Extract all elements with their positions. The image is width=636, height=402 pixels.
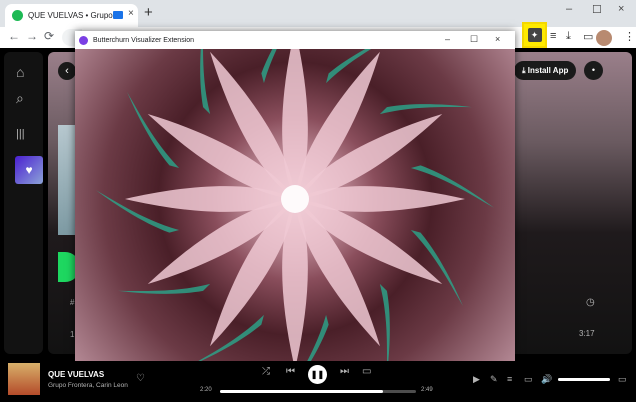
visualizer-accent: [410, 165, 495, 208]
kaleidoscope-graphic: [95, 49, 495, 361]
lyrics-mic-icon[interactable]: ✎: [490, 374, 498, 385]
previous-icon[interactable]: ⏮: [286, 366, 295, 377]
visualizer-canvas[interactable]: [75, 49, 515, 361]
track-duration: 3:17: [579, 329, 595, 338]
visualizer-accent: [261, 49, 304, 84]
track-row-index: 1: [70, 330, 75, 339]
pause-button[interactable]: ❚❚: [308, 365, 327, 384]
forward-nav-button[interactable]: →: [26, 29, 38, 43]
now-playing-bar: QUE VUELVAS Grupo Frontera, Carin Leon ♡…: [0, 361, 636, 402]
download-icon[interactable]: ⤓: [566, 30, 571, 43]
tab-close-button[interactable]: ×: [128, 8, 134, 19]
home-icon[interactable]: ⌂: [16, 64, 24, 80]
notification-bell-icon[interactable]: •: [584, 61, 603, 80]
visualizer-accent: [95, 190, 180, 233]
maximize-button[interactable]: ☐: [592, 3, 602, 16]
visualizer-titlebar[interactable]: Butterchurn Visualizer Extension – ☐ ×: [75, 31, 515, 49]
lyrics-icon[interactable]: ▭: [362, 366, 371, 377]
next-icon[interactable]: ⏭: [340, 366, 349, 377]
track-title[interactable]: QUE VUELVAS: [48, 370, 104, 379]
volume-icon[interactable]: 🔊: [541, 374, 552, 385]
miniplayer-icon[interactable]: ▭: [618, 374, 627, 385]
queue-icon[interactable]: ≡: [507, 374, 512, 384]
track-artist[interactable]: Grupo Frontera, Carin Leon: [48, 382, 128, 389]
now-playing-view-icon[interactable]: ▶: [473, 374, 480, 385]
visualizer-maximize-button[interactable]: ☐: [470, 34, 478, 45]
visualizer-app-icon: [79, 35, 88, 45]
visualizer-title: Butterchurn Visualizer Extension: [93, 36, 195, 44]
browser-tab-spotify[interactable]: QUE VUELVAS • Grupo Fron ×: [5, 4, 138, 27]
visualizer-window: Butterchurn Visualizer Extension – ☐ ×: [75, 31, 515, 361]
extension-highlight[interactable]: ✦: [522, 22, 547, 48]
progress-fill: [220, 390, 383, 393]
tab-audio-icon[interactable]: [113, 11, 123, 19]
library-icon[interactable]: |||: [16, 128, 25, 140]
profile-avatar[interactable]: [596, 30, 612, 46]
volume-slider[interactable]: [558, 378, 610, 381]
tab-title: QUE VUELVAS • Grupo Fron: [28, 11, 122, 20]
new-tab-button[interactable]: +: [144, 5, 153, 20]
like-heart-icon[interactable]: ♡: [136, 373, 145, 384]
sidebar: ⌂ ⌕ ||| ♥: [4, 52, 43, 354]
menu-icon[interactable]: ⋮: [624, 30, 635, 43]
puzzle-icon[interactable]: ✦: [527, 28, 542, 42]
shuffle-icon[interactable]: ⤮: [262, 366, 270, 377]
connect-device-icon[interactable]: ▭: [524, 374, 533, 385]
clock-icon: ◷: [586, 297, 595, 308]
back-nav-button[interactable]: ←: [8, 29, 20, 43]
liked-songs-icon[interactable]: ♥: [15, 156, 43, 184]
install-app-button[interactable]: ⤓ Install App: [514, 61, 577, 80]
elapsed-time: 2:20: [200, 387, 212, 393]
side-panel-icon[interactable]: ▭: [583, 30, 593, 43]
visualizer-center: [281, 185, 309, 213]
minimize-button[interactable]: –: [566, 3, 572, 15]
visualizer-close-button[interactable]: ×: [495, 34, 500, 44]
column-header-index: #: [70, 298, 75, 307]
visualizer-accent: [286, 314, 329, 361]
progress-bar[interactable]: [220, 390, 416, 393]
tab-search-icon[interactable]: ≡: [550, 30, 556, 42]
spotify-favicon-icon: [12, 10, 23, 21]
back-button[interactable]: ‹: [58, 62, 76, 80]
volume-fill: [558, 378, 610, 381]
reload-button[interactable]: ⟳: [44, 29, 54, 43]
search-icon[interactable]: ⌕: [16, 90, 24, 107]
total-time: 2:49: [421, 387, 433, 393]
visualizer-minimize-button[interactable]: –: [445, 34, 450, 44]
album-art[interactable]: [8, 363, 40, 395]
close-window-button[interactable]: ×: [618, 3, 624, 15]
